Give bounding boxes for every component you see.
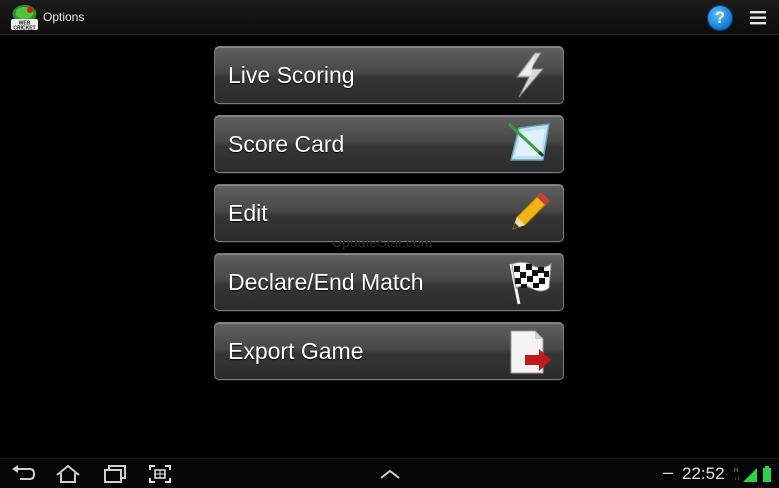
back-icon[interactable] — [10, 463, 36, 485]
checkered-flag-icon — [509, 261, 552, 305]
menu-item-label: Score Card — [228, 131, 345, 157]
minus-indicator: – — [663, 462, 674, 482]
overflow-menu-icon[interactable] — [748, 8, 768, 28]
signal-battery-icon[interactable]: H ↓↑ — [733, 464, 775, 484]
options-menu: Live Scoring Score Card Edit Declare/End… — [214, 46, 564, 391]
action-bar: WEB CRICKET Options ? — [0, 0, 779, 35]
up-chevron-icon[interactable] — [377, 463, 403, 485]
app-title: Options — [43, 10, 85, 24]
svg-text:H: H — [734, 468, 738, 474]
recent-apps-icon[interactable] — [102, 463, 128, 485]
status-clock[interactable]: 22:52 — [682, 464, 725, 484]
scorecard-icon — [507, 122, 550, 161]
score-card-button[interactable]: Score Card — [214, 115, 564, 173]
lightning-icon — [516, 52, 545, 98]
watermark: UpdateStar.com — [332, 234, 433, 250]
export-document-icon — [510, 330, 551, 374]
web-cricket-logo[interactable]: WEB CRICKET — [10, 4, 39, 31]
live-scoring-button[interactable]: Live Scoring — [214, 46, 564, 104]
menu-item-label: Edit — [228, 200, 268, 226]
system-bar: – 22:52 H ↓↑ — [0, 458, 779, 488]
menu-item-label: Declare/End Match — [228, 269, 424, 295]
menu-item-label: Export Game — [228, 338, 364, 364]
export-game-button[interactable]: Export Game — [214, 322, 564, 380]
home-icon[interactable] — [55, 463, 81, 485]
help-icon: ? — [714, 8, 726, 27]
help-button[interactable]: ? — [707, 5, 733, 31]
svg-text:↓↑: ↓↑ — [734, 476, 740, 482]
screenshot-icon[interactable] — [147, 463, 173, 485]
pencil-icon — [512, 192, 550, 230]
menu-item-label: Live Scoring — [228, 62, 355, 88]
declare-end-match-button[interactable]: Declare/End Match — [214, 253, 564, 311]
svg-text:CRICKET: CRICKET — [13, 26, 35, 32]
